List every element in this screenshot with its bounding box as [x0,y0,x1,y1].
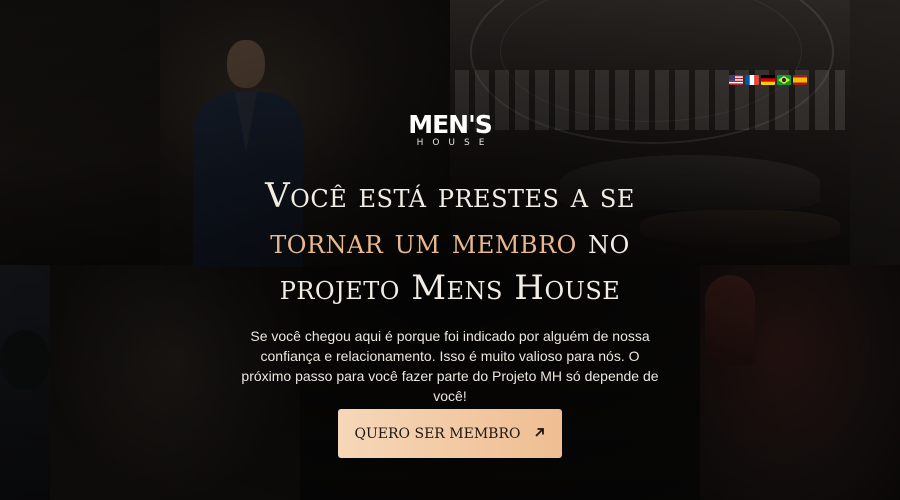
spain-flag-icon[interactable] [793,75,807,85]
language-selector [729,75,807,85]
title-line-2: tornar um membro no [0,219,900,265]
mens-house-logo: MEN'S HOUSE [0,112,900,149]
become-member-button[interactable]: QUERO SER MEMBRO [338,409,562,458]
title-line-3: projeto Mens House [279,268,621,308]
france-flag-icon[interactable] [745,75,759,85]
logo-subtitle: HOUSE [416,138,494,148]
title-highlight: tornar um membro [270,222,577,262]
germany-flag-icon[interactable] [761,75,775,85]
title-line-2-rest: no [576,222,630,262]
usa-flag-icon[interactable] [729,75,743,85]
brazil-flag-icon[interactable] [777,75,791,85]
arrow-up-right-icon [534,426,545,442]
logo-wordmark: MEN'S [408,110,493,139]
hero-section: MEN'S HOUSE Você está prestes a se torna… [0,0,900,500]
page-title: Você está prestes a se tornar um membro … [0,173,900,311]
intro-paragraph: Se você chegou aqui é porque foi indicad… [241,328,659,404]
title-line-1: Você está prestes a se [265,176,635,216]
become-member-label: QUERO SER MEMBRO [354,425,521,442]
